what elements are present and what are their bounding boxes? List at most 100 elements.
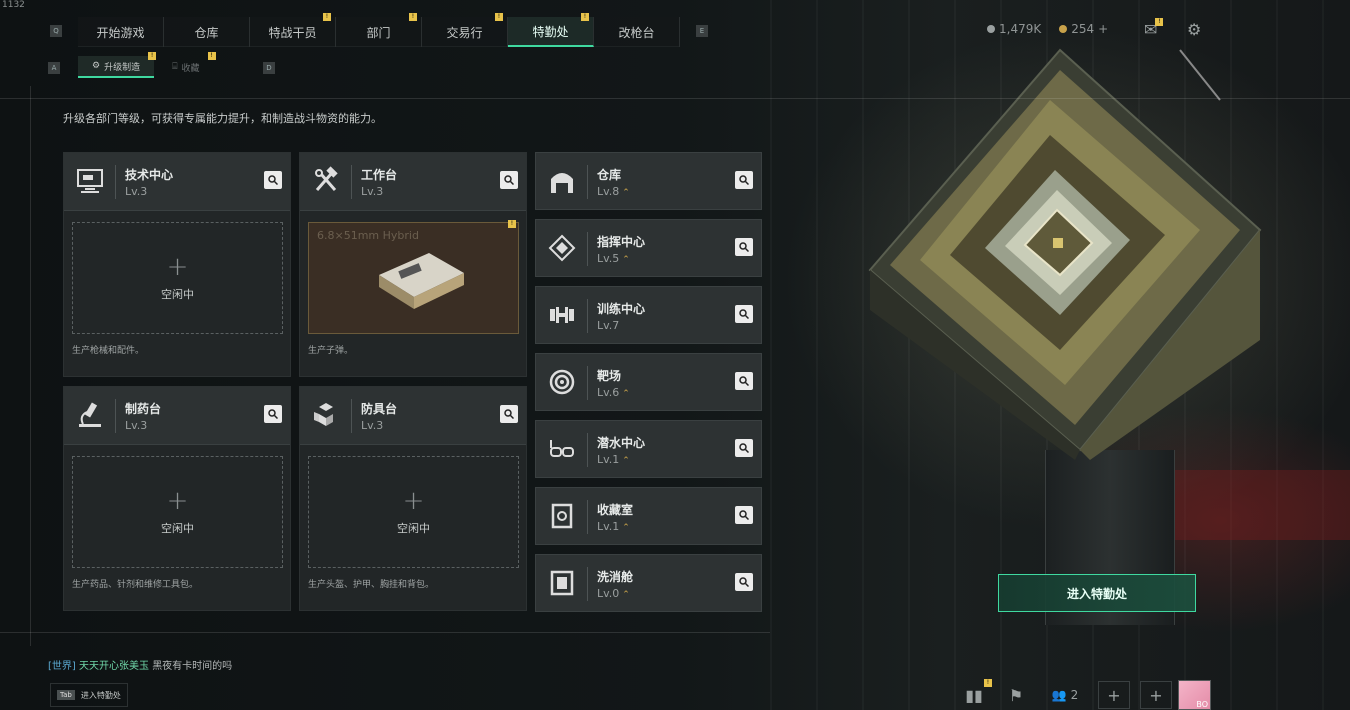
subtab-collection[interactable]: ⌸ 收藏 ! [158, 52, 216, 78]
card-armor-bench[interactable]: 防具台 Lv.3 + 空闲中 生产头盔、护甲、胸挂和背包。 [299, 386, 527, 611]
card-header: 制药台 Lv.3 [64, 387, 290, 445]
craft-slot-producing[interactable]: 6.8×51mm Hybrid ! [308, 220, 519, 334]
upgrade-arrow-icon: ⌃ [622, 523, 630, 533]
search-icon[interactable] [735, 305, 753, 323]
computer-icon [72, 163, 108, 199]
search-icon[interactable] [264, 405, 282, 423]
dept-shooting-range[interactable]: 靶场 Lv.6 ⌃ [535, 353, 762, 411]
search-icon[interactable] [500, 405, 518, 423]
tab-operators[interactable]: 特战干员! [250, 13, 336, 47]
dept-title: 指挥中心 [597, 235, 646, 249]
currency-premium[interactable]: 254 + [1059, 22, 1108, 36]
dept-title: 靶场 [597, 369, 622, 383]
card-header: 防具台 Lv.3 [300, 387, 526, 445]
plus-icon: + [166, 486, 189, 516]
add-teammate-button-2[interactable]: + [1140, 681, 1172, 709]
notification-badge: ! [984, 679, 992, 687]
separator [587, 433, 588, 467]
warehouse-icon [544, 163, 580, 199]
tab-start-game[interactable]: 开始游戏 [78, 17, 164, 47]
ammo-box-icon [379, 253, 464, 309]
settings-gear-icon[interactable]: ⚙ [1187, 20, 1201, 39]
card-tech-center[interactable]: 技术中心 Lv.3 + 空闲中 生产枪械和配件。 [63, 152, 291, 377]
add-teammate-button[interactable]: + [1098, 681, 1130, 709]
collection-room-icon [544, 498, 580, 534]
card-footer: 生产枪械和配件。 [72, 346, 145, 356]
search-icon[interactable] [735, 573, 753, 591]
search-icon[interactable] [735, 506, 753, 524]
dept-level: Lv.8 ⌃ [597, 185, 630, 198]
chat-user[interactable]: 天天开心张美玉 [79, 661, 149, 672]
craft-slot-idle[interactable]: + 空闲中 [72, 456, 283, 568]
dept-diving-center[interactable]: 潜水中心 Lv.1 ⌃ [535, 420, 762, 478]
bottom-toolbar: ▮▮! ⚑ 👥 2 + + [958, 679, 1172, 710]
tab-warehouse[interactable]: 仓库 [164, 17, 250, 47]
subnav-prev-key[interactable]: A [48, 62, 60, 74]
divider-bottom [0, 632, 770, 633]
search-icon[interactable] [735, 372, 753, 390]
boxes-icon [308, 397, 344, 433]
dept-level: Lv.5 ⌃ [597, 252, 630, 265]
mail-icon[interactable]: ✉! [1144, 18, 1164, 39]
dept-title: 潜水中心 [597, 436, 646, 450]
craft-icon: ⚙ [92, 61, 101, 71]
search-icon[interactable] [735, 439, 753, 457]
add-currency-button[interactable]: + [1098, 22, 1108, 36]
dept-level: Lv.6 ⌃ [597, 386, 630, 399]
dept-warehouse[interactable]: 仓库 Lv.8 ⌃ [535, 152, 762, 210]
divider-top [0, 98, 1350, 99]
tab-shortcut-hint[interactable]: Tab 进入特勤处 [50, 683, 128, 707]
tab-departments[interactable]: 部门! [336, 13, 422, 47]
nav-prev-key[interactable]: Q [50, 25, 62, 37]
tab-gunsmith[interactable]: 改枪台 [594, 17, 680, 47]
dept-title: 洗消舱 [597, 570, 634, 584]
craft-slot-idle[interactable]: + 空闲中 [308, 456, 519, 568]
dept-decon-chamber[interactable]: 洗消舱 Lv.0 ⌃ [535, 554, 762, 612]
hammer-wrench-icon [308, 163, 344, 199]
nav-next-key[interactable]: E [696, 25, 708, 37]
plus-icon: + [402, 486, 425, 516]
search-icon[interactable] [735, 171, 753, 189]
plus-icon: + [166, 252, 189, 282]
card-workbench[interactable]: 工作台 Lv.3 6.8×51mm Hybrid ! 生产子弹。 [299, 152, 527, 377]
gold-coin-icon [1059, 25, 1068, 33]
flag-icon[interactable]: ⚑ [1000, 681, 1032, 709]
main-nav: 开始游戏 仓库 特战干员! 部门! 交易行! 特勤处! 改枪台 [78, 13, 680, 47]
upgrade-arrow-icon: ⌃ [622, 456, 630, 466]
separator [587, 165, 588, 199]
enter-special-ops-button[interactable]: 进入特勤处 [998, 574, 1196, 612]
card-level: Lv.3 [361, 419, 384, 432]
tab-hint-label: 进入特勤处 [80, 690, 121, 700]
dept-training-center[interactable]: 训练中心 Lv.7 [535, 286, 762, 344]
subtab-upgrade-craft[interactable]: ⚙ 升级制造 ! [78, 52, 157, 78]
currency-bar: 1,479K 254 + [987, 22, 1108, 36]
dept-collection-room[interactable]: 收藏室 Lv.1 ⌃ [535, 487, 762, 545]
upgrade-arrow-icon: ⌃ [622, 389, 630, 399]
search-icon[interactable] [264, 171, 282, 189]
chat-line[interactable]: [世界] 天天开心张美玉 黑夜有卡时间的吗 [48, 657, 232, 672]
notification-badge: ! [581, 13, 589, 21]
friends-icon: 👥 [1051, 688, 1067, 702]
separator [115, 165, 116, 199]
stats-chart-icon[interactable]: ▮▮! [958, 679, 992, 709]
separator [587, 232, 588, 266]
separator [351, 399, 352, 433]
craft-slot-idle[interactable]: + 空闲中 [72, 222, 283, 334]
subnav-next-key[interactable]: D [263, 62, 275, 74]
tab-special-ops[interactable]: 特勤处! [508, 13, 594, 47]
friends-button[interactable]: 👥 2 [1042, 681, 1088, 709]
separator [587, 567, 588, 601]
command-center-icon [544, 230, 580, 266]
decon-chamber-icon [544, 565, 580, 601]
dept-command-center[interactable]: 指挥中心 Lv.5 ⌃ [535, 219, 762, 277]
search-icon[interactable] [735, 238, 753, 256]
avatar[interactable]: BO [1178, 680, 1211, 710]
product-name: 6.8×51mm Hybrid [317, 229, 419, 242]
safehouse-cube-illustration [850, 40, 1270, 460]
card-pharmacy[interactable]: 制药台 Lv.3 + 空闲中 生产药品、针剂和维修工具包。 [63, 386, 291, 611]
notification-badge: ! [1155, 18, 1164, 26]
search-icon[interactable] [500, 171, 518, 189]
notification-badge: ! [409, 13, 417, 21]
tab-market[interactable]: 交易行! [422, 13, 508, 47]
card-title: 工作台 [361, 168, 398, 182]
